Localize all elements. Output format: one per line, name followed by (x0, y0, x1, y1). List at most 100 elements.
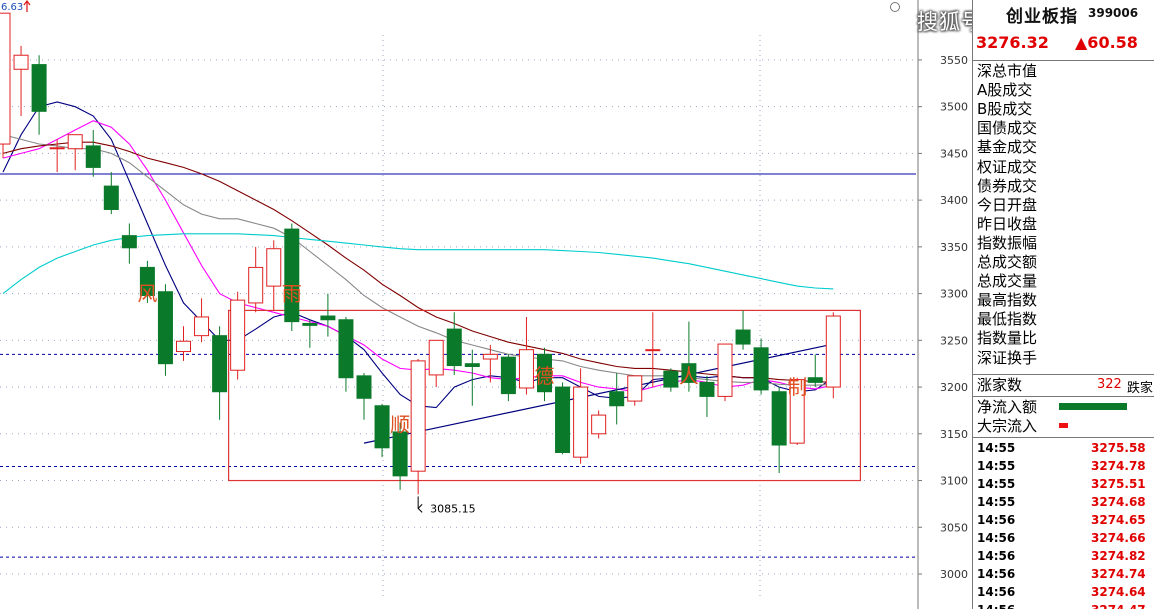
candle-body (428, 339, 444, 376)
index-name: 创业板指 (1006, 7, 1078, 27)
stat-label: B股成交 (977, 100, 1033, 119)
candle-body (248, 266, 264, 304)
candle-body (31, 64, 47, 112)
stat-label: 今日开盘 (977, 195, 1038, 214)
tick-row: 14:56 3274.66 (973, 531, 1154, 549)
tick-row: 14:56 3274.64 (973, 585, 1154, 603)
y-tick-label: 3450 (940, 147, 968, 160)
y-tick-label: 3550 (940, 54, 968, 67)
candle-body (771, 391, 787, 446)
candle-body (609, 391, 625, 407)
flow-label-block: 大宗流入 (977, 417, 1038, 435)
price-change: ▲60.58 (1075, 33, 1138, 52)
candle-body (302, 323, 318, 326)
candle-body (230, 299, 246, 371)
stat-label: 国债成交 (977, 119, 1038, 138)
index-code: 399006 (1088, 6, 1139, 20)
quote-panel: 创业板指 399006 3276.32 ▲60.58 深总市值 A股成交 B股成交国… (972, 0, 1154, 609)
block-inflow-bar (1059, 423, 1068, 428)
candle-body (194, 316, 210, 337)
candle-body (717, 343, 733, 397)
candle-body (410, 360, 426, 472)
candle-body (591, 414, 607, 435)
stat-label: 最高指数 (977, 291, 1038, 310)
y-tick-label: 3100 (940, 475, 968, 488)
tick-row: 14:55 3275.51 (973, 477, 1154, 495)
tick-price: 3275.51 (1091, 477, 1146, 491)
stat-label: 基金成交 (977, 138, 1038, 157)
watermark-char: 制 (787, 375, 807, 399)
candle-body (699, 381, 715, 397)
tick-time: 14:56 (977, 603, 1015, 609)
corner-label: 6.63 (1, 2, 23, 13)
rise-count: 322 (1097, 377, 1122, 392)
y-tick-label: 3500 (940, 101, 968, 114)
tick-row: 14:56 3274.65 (973, 513, 1154, 531)
low-price-label: 3085.15 (430, 502, 476, 515)
tick-time: 14:56 (977, 531, 1016, 545)
y-tick-label: 3050 (940, 521, 968, 534)
tick-time: 14:56 (977, 567, 1016, 581)
stat-label: 指数量比 (977, 329, 1038, 348)
low-marker-arrow (417, 504, 423, 513)
y-tick-label: 3200 (940, 381, 968, 394)
candle-body (356, 375, 372, 399)
tick-price: 3275.58 (1091, 441, 1146, 455)
candle-body (13, 54, 29, 70)
divider (973, 396, 1154, 397)
tick-row: 14:55 3275.58 (973, 441, 1154, 459)
candle-body (392, 431, 408, 477)
tick-price: 3274.47 (1091, 603, 1146, 609)
watermark-char: 顺 (390, 412, 410, 436)
candle-body (645, 349, 661, 352)
candle-body (121, 235, 137, 249)
candle-body (85, 145, 101, 168)
candle-body (374, 405, 390, 449)
y-tick-label: 3300 (940, 288, 968, 301)
candlestick-chart: 3085.15 风 雨顺 德 人 制 3000 3050 3100 3150 3200 3250 33… (0, 0, 968, 609)
watermark-char: 德 (535, 364, 555, 388)
candle-body (627, 375, 643, 402)
flow-label-net: 净流入额 (977, 398, 1038, 416)
candle-body (266, 248, 282, 287)
stat-label: 深总市值 (977, 62, 1038, 80)
tick-time: 14:55 (977, 459, 1016, 473)
stat-label: 债券成交 (977, 176, 1038, 195)
candle-body (320, 315, 336, 321)
candle-body (176, 340, 191, 353)
watermark-char: 雨 (282, 282, 302, 306)
tick-price: 3274.65 (1091, 513, 1146, 527)
stat-label: 总成交额 (977, 253, 1038, 271)
tick-price: 3274.82 (1091, 549, 1146, 563)
tick-row: 14:56 3274.74 (973, 567, 1154, 585)
candle-body (807, 377, 823, 383)
y-tick-label: 3250 (940, 334, 968, 347)
rise-label: 涨家数 (977, 376, 1023, 394)
tick-price: 3274.64 (1091, 585, 1146, 599)
candle-body (67, 134, 83, 150)
candle-body (573, 386, 589, 458)
candle-body (482, 353, 498, 360)
tick-row: 14:56 3274.82 (973, 549, 1154, 567)
candle-body (103, 185, 119, 210)
candle-body (663, 370, 679, 388)
divider (973, 60, 1154, 61)
y-tick-label: 3150 (940, 428, 968, 441)
stat-label: 权证成交 (977, 157, 1038, 176)
candle-body (284, 228, 300, 323)
y-tick-label: 3350 (940, 241, 968, 254)
net-inflow-bar (1059, 403, 1127, 410)
candle-body (555, 386, 571, 453)
candle-body (464, 363, 480, 367)
candle-body (500, 356, 516, 395)
candle-body (825, 315, 841, 388)
stat-label: 总成交量 (977, 272, 1038, 291)
divider (973, 374, 1154, 375)
tick-price: 3274.78 (1091, 459, 1146, 473)
tick-price: 3274.68 (1091, 495, 1146, 509)
stat-label: 深证换手 (977, 348, 1038, 367)
divider (973, 437, 1154, 438)
stat-label: 昨日收盘 (977, 214, 1038, 233)
tick-row: 14:55 3274.78 (973, 459, 1154, 477)
y-tick-label: 3000 (940, 568, 968, 581)
